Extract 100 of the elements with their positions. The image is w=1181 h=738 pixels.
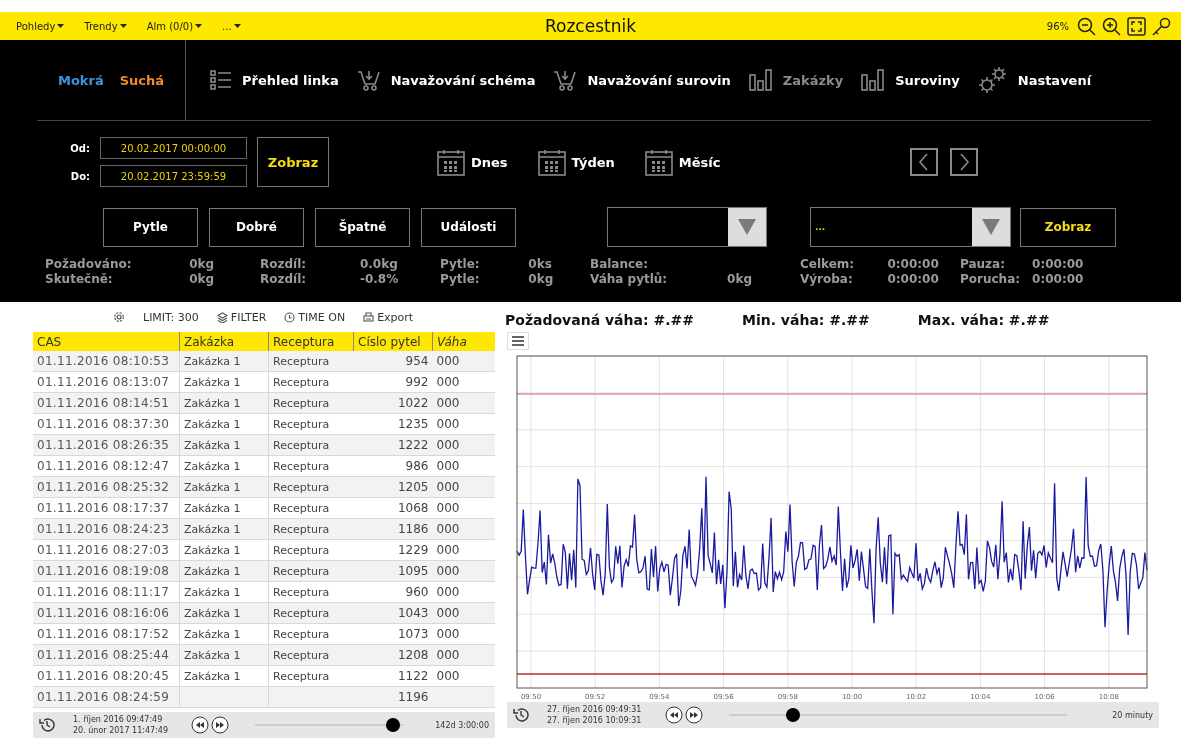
table-cell: Receptura xyxy=(268,434,354,456)
filter-button[interactable]: Špatné xyxy=(315,207,410,247)
stat-value: 0kg xyxy=(727,272,754,287)
column-header[interactable]: Váha xyxy=(432,332,495,351)
chart-stat: Min. váha: #.## xyxy=(741,312,870,328)
menu-button[interactable] xyxy=(507,332,529,350)
table-cell: 01.11.2016 08:37:30 xyxy=(33,413,180,435)
table-cell: 000 xyxy=(432,665,495,687)
limit-button[interactable]: LIMIT: 300 xyxy=(143,310,199,324)
table-cell: 954 xyxy=(353,351,433,372)
stat-value: 0:00:00 xyxy=(1032,257,1084,272)
time-range-end: 20. únor 2017 11:47:49 xyxy=(73,725,169,736)
table-cell: 01.11.2016 08:11:17 xyxy=(33,581,180,603)
date-field[interactable]: 20.02.2017 23:59:59 xyxy=(100,165,247,187)
filter-button[interactable]: FILTER xyxy=(216,310,267,324)
stat-label: Pytle: xyxy=(440,257,481,272)
rewind-icon[interactable] xyxy=(665,706,683,724)
table-cell: 000 xyxy=(432,455,495,477)
table-cell: 01.11.2016 08:17:37 xyxy=(33,497,180,519)
table-cell: 01.11.2016 08:17:52 xyxy=(33,623,180,645)
chart-stat: Max. váha: #.## xyxy=(917,312,1050,328)
column-header[interactable]: Zakázka xyxy=(179,332,269,351)
quick-range-button[interactable]: Dnes xyxy=(437,148,508,176)
table-cell: 01.11.2016 08:25:32 xyxy=(33,476,180,498)
date-field[interactable]: 20.02.2017 00:00:00 xyxy=(100,137,247,159)
table-cell: 000 xyxy=(432,581,495,603)
slider-thumb[interactable] xyxy=(786,708,801,722)
filter-button[interactable]: Dobré xyxy=(209,207,304,247)
table-cell: 1073 xyxy=(353,623,433,645)
stat-value: -0.8% xyxy=(359,272,400,287)
table-cell: Zakázka 1 xyxy=(179,560,269,582)
stat-value: 0:00:00 xyxy=(1032,272,1084,287)
filter-button[interactable]: Události xyxy=(421,207,516,247)
nav-item[interactable]: Přehled linka xyxy=(208,66,341,94)
caret-icon xyxy=(119,24,127,28)
table-cell: Zakázka 1 xyxy=(179,581,269,603)
field-label: Do: xyxy=(69,170,90,182)
slider-thumb[interactable] xyxy=(385,718,400,732)
table-cell: 000 xyxy=(432,434,495,456)
table-cell: Zakázka 1 xyxy=(179,497,269,519)
table-cell: 1095 xyxy=(353,560,433,582)
table-cell: Receptura xyxy=(268,455,354,477)
dropdown[interactable] xyxy=(607,207,767,247)
table-cell: 000 xyxy=(432,644,495,666)
rewind-icon[interactable] xyxy=(191,716,209,734)
table-cell: 01.11.2016 08:20:45 xyxy=(33,665,180,687)
clock-icon xyxy=(284,311,296,323)
caret-icon xyxy=(57,24,65,28)
table-cell: 1068 xyxy=(353,497,433,519)
table-cell: 986 xyxy=(353,455,433,477)
mode-tab[interactable]: Suchá xyxy=(113,68,171,92)
column-header[interactable]: CAS xyxy=(33,332,180,351)
stat-label: Balance: xyxy=(590,257,650,272)
dropdown[interactable]: ... xyxy=(810,207,1011,247)
table-cell: 000 xyxy=(432,518,495,540)
table-cell: 01.11.2016 08:13:07 xyxy=(33,371,180,393)
quick-range-button[interactable]: Týden xyxy=(537,148,615,176)
menu-button[interactable]: Pohledy xyxy=(10,18,71,34)
export-button[interactable]: Export xyxy=(363,310,414,324)
stat-value: 0.0kg xyxy=(359,257,399,272)
chevron-right-icon[interactable] xyxy=(950,148,979,176)
quick-range-button[interactable]: Měsíc xyxy=(644,148,721,176)
bar-chart-icon xyxy=(748,69,773,91)
layers-icon xyxy=(216,311,228,323)
calendar-icon xyxy=(644,148,673,176)
nav-item[interactable]: Navažování schéma xyxy=(354,65,538,95)
chevron-left-icon[interactable] xyxy=(910,148,939,176)
column-header[interactable]: Císlo pytel xyxy=(353,332,433,351)
filter-button[interactable]: Pytle xyxy=(103,207,198,247)
nav-item[interactable]: Navažování surovin xyxy=(551,65,733,95)
table-cell: 000 xyxy=(432,539,495,561)
fast-forward-icon[interactable] xyxy=(211,716,229,734)
table-cell: Receptura xyxy=(268,581,354,603)
time-range-start: 1. říjen 2016 09:47:49 xyxy=(73,714,164,725)
nav-item[interactable]: Suroviny xyxy=(859,65,962,95)
time-toggle-button[interactable]: TIME ON xyxy=(284,310,346,324)
table-cell: Zakázka 1 xyxy=(179,602,269,624)
menu-button[interactable]: ... xyxy=(216,18,247,34)
dropdown-value: ... xyxy=(815,222,826,232)
column-header[interactable]: Receptura xyxy=(268,332,354,351)
menu-button[interactable]: Alm (0/0) xyxy=(140,18,209,34)
table-cell: 01.11.2016 08:12:47 xyxy=(33,455,180,477)
fast-forward-icon[interactable] xyxy=(685,706,703,724)
calendar-icon xyxy=(437,148,465,176)
table-cell: 1043 xyxy=(353,602,433,624)
table-cell: 000 xyxy=(432,392,495,414)
stat-label: Rozdíl: xyxy=(260,257,308,272)
triangle-down-icon xyxy=(982,219,1000,235)
fullscreen-icon xyxy=(1127,16,1146,36)
nav-item[interactable]: Nastavení xyxy=(975,62,1094,98)
show-button[interactable]: Zobraz xyxy=(257,137,329,187)
table-cell: Receptura xyxy=(268,539,354,561)
caret-icon xyxy=(195,24,203,28)
show-button[interactable]: Zobraz xyxy=(1020,207,1116,247)
gears-icon xyxy=(977,66,1008,94)
table-cell: 000 xyxy=(432,476,495,498)
menu-icon xyxy=(512,336,524,346)
mode-tab[interactable]: Mokrá xyxy=(51,68,110,92)
menu-button[interactable]: Trendy xyxy=(78,18,133,34)
page-title: Rozcestnik xyxy=(545,16,637,36)
